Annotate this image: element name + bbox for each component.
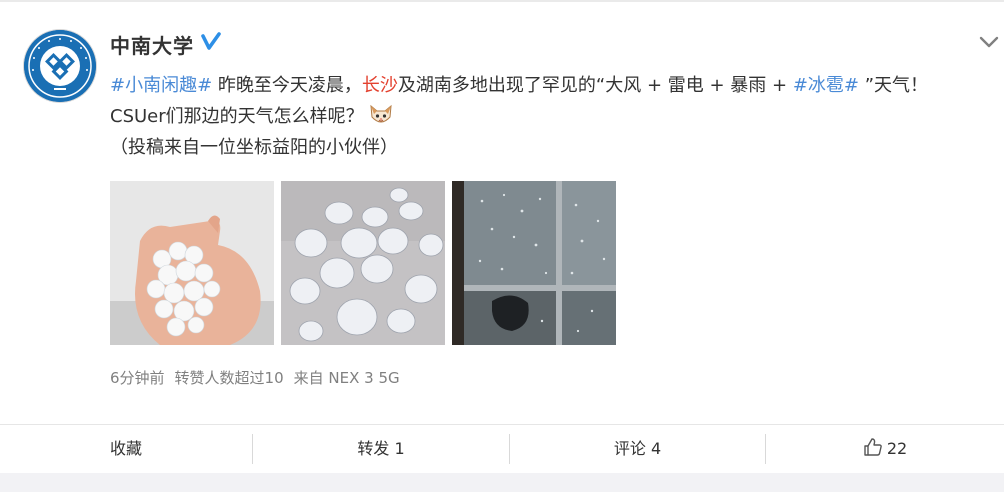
post-text-d: （投稿来自一位坐标益阳的小伙伴） bbox=[110, 137, 398, 158]
post-text-b: 及湖南多地出现了罕见的“大风 + 雷电 + 暴雨 + bbox=[397, 75, 793, 96]
chevron-down-icon[interactable] bbox=[978, 34, 1000, 50]
photo-hail-in-hand[interactable] bbox=[110, 181, 274, 345]
post-meta: 6分钟前 转赞人数超过10 来自 NEX 3 5G bbox=[110, 367, 410, 388]
collect-label: 收藏 bbox=[109, 439, 142, 458]
post-text: #小南闲趣# 昨晚至今天凌晨，长沙及湖南多地出现了罕见的“大风 + 雷电 + 暴… bbox=[110, 70, 980, 163]
forward-label: 转发 1 bbox=[357, 439, 405, 458]
weibo-post-card: 中南大学 #小南闲趣# 昨晚至今天凌晨，长沙及湖南多地出现了罕见的“大风 + 雷… bbox=[0, 0, 1004, 492]
like-count: 22 bbox=[886, 439, 908, 458]
post-time[interactable]: 6分钟前 bbox=[110, 369, 165, 387]
forward-button[interactable]: 转发 1 bbox=[253, 425, 509, 473]
collect-button[interactable]: 收藏 bbox=[0, 425, 252, 473]
like-button[interactable]: 22 bbox=[766, 425, 1004, 473]
photo-hail-on-skylight[interactable] bbox=[452, 181, 616, 345]
topic-link-xiaonan[interactable]: #小南闲趣# bbox=[110, 75, 212, 96]
verified-badge-icon bbox=[201, 32, 221, 50]
cat-face-emoji-icon bbox=[370, 104, 392, 123]
topic-link-hail[interactable]: #冰雹# bbox=[793, 75, 859, 96]
post-text-a: 昨晚至今天凌晨， bbox=[212, 75, 362, 96]
photo-hailstones-on-ground[interactable] bbox=[281, 181, 445, 345]
post-source: 来自 NEX 3 5G bbox=[293, 369, 400, 387]
top-divider bbox=[0, 0, 1004, 2]
bottom-strip bbox=[0, 473, 1004, 492]
place-link-changsha[interactable]: 长沙 bbox=[362, 75, 398, 96]
repost-count-note: 转赞人数超过10 bbox=[174, 369, 284, 387]
author-name[interactable]: 中南大学 bbox=[110, 30, 194, 59]
action-bar: 收藏 转发 1 评论 4 22 bbox=[0, 425, 1004, 473]
comment-label: 评论 4 bbox=[613, 439, 662, 458]
thumbs-up-icon bbox=[864, 438, 882, 456]
avatar[interactable] bbox=[24, 30, 96, 102]
comment-button[interactable]: 评论 4 bbox=[510, 425, 765, 473]
